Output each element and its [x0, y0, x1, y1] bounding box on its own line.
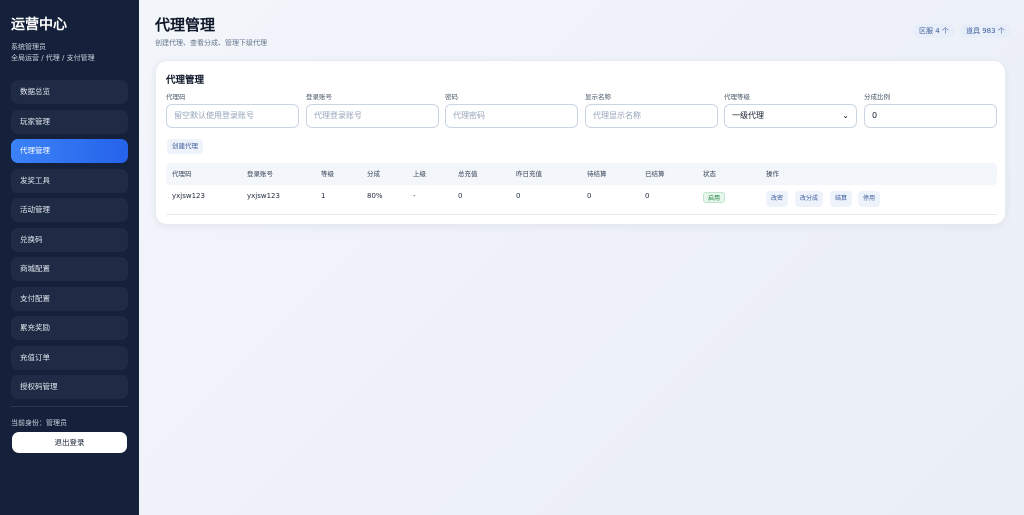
main-content: 代理管理 创建代理、查看分成、管理下级代理 区服 4 个 道具 983 个 代理…	[139, 0, 1024, 515]
server-count-badge: 区服 4 个	[913, 24, 955, 38]
status-badge: 启用	[703, 192, 726, 203]
col-status: 状态	[703, 170, 716, 178]
col-yesterday-recharge: 昨日充值	[516, 170, 542, 178]
change-password-button[interactable]: 改密	[766, 191, 789, 207]
role-text: 系统管理员	[11, 43, 46, 51]
col-parent: 上级	[413, 170, 426, 178]
share-ratio-field: 分成比例 0	[864, 91, 997, 128]
sidebar-item-events[interactable]: 活动管理	[11, 198, 128, 222]
chevron-down-icon: ⌄	[842, 111, 849, 120]
sidebar-item-redeem-codes[interactable]: 兑换码	[11, 227, 128, 252]
login-account-label: 登录账号	[306, 93, 332, 101]
sidebar-item-agents[interactable]: 代理管理	[11, 139, 128, 163]
agent-level-field: 代理等级 一级代理 ⌄	[724, 91, 857, 128]
agent-level-value: 一级代理	[732, 111, 764, 120]
share-ratio-input[interactable]: 0	[864, 104, 997, 128]
table-row: yxjsw123 yxjsw123 1 80% - 0 0 0 0 启用 改密 …	[166, 185, 997, 215]
cell-share: 80%	[367, 192, 383, 200]
brand-title: 运营中心	[11, 17, 67, 33]
sidebar-item-shop-config[interactable]: 商城配置	[11, 257, 128, 281]
logout-button[interactable]: 退出登录	[12, 432, 127, 453]
sidebar-item-dashboard[interactable]: 数据总览	[11, 80, 128, 104]
agent-level-label: 代理等级	[724, 93, 750, 101]
col-pending-settlement: 待结算	[587, 170, 607, 178]
agent-level-select[interactable]: 一级代理 ⌄	[724, 104, 857, 128]
cell-settled: 0	[645, 192, 650, 200]
cell-yesterday-recharge: 0	[516, 192, 521, 200]
create-agent-button[interactable]: 创建代理	[167, 139, 203, 154]
display-name-input[interactable]: 代理显示名称	[585, 104, 718, 128]
page-title: 代理管理	[155, 16, 216, 34]
sidebar-nav: 数据总览 玩家管理 代理管理 发奖工具 活动管理 兑换码 商城配置 支付配置 累…	[11, 80, 128, 399]
col-level: 等级	[321, 170, 334, 178]
col-agent-code: 代理码	[172, 170, 192, 178]
sidebar-divider	[11, 406, 128, 407]
page-subtitle: 创建代理、查看分成、管理下级代理	[155, 39, 267, 47]
cell-agent-code: yxjsw123	[172, 192, 205, 200]
sidebar: 运营中心 系统管理员 全局运营 / 代理 / 支付管理 数据总览 玩家管理 代理…	[0, 0, 139, 515]
cell-total-recharge: 0	[458, 192, 463, 200]
sidebar-item-auth-codes[interactable]: 授权码管理	[11, 375, 128, 399]
cell-level: 1	[321, 192, 326, 200]
col-actions: 操作	[766, 170, 779, 178]
settle-button[interactable]: 结算	[830, 191, 853, 207]
sidebar-item-rewards-tool[interactable]: 发奖工具	[11, 168, 128, 193]
cell-login-account: yxjsw123	[247, 192, 280, 200]
cell-pending-settlement: 0	[587, 192, 592, 200]
password-field: 密码 代理密码	[445, 91, 578, 128]
agent-code-label: 代理码	[166, 93, 186, 101]
card-title: 代理管理	[166, 75, 205, 86]
password-input[interactable]: 代理密码	[445, 104, 578, 128]
display-name-field: 显示名称 代理显示名称	[585, 91, 718, 128]
login-account-input[interactable]: 代理登录账号	[306, 104, 439, 128]
change-share-button[interactable]: 改分成	[795, 191, 824, 207]
col-login-account: 登录账号	[247, 170, 273, 178]
agent-code-field: 代理码 留空默认使用登录账号	[166, 91, 299, 128]
agent-card: 代理管理 代理码 留空默认使用登录账号 登录账号 代理登录账号 密码 代理密码 …	[155, 60, 1006, 225]
col-total-recharge: 总充值	[458, 170, 478, 178]
current-identity: 当前身份：管理员	[11, 419, 67, 427]
col-settled: 已结算	[645, 170, 665, 178]
login-account-field: 登录账号 代理登录账号	[306, 91, 439, 128]
disable-button[interactable]: 停用	[858, 191, 881, 207]
share-ratio-label: 分成比例	[864, 93, 890, 101]
display-name-label: 显示名称	[585, 93, 611, 101]
scope-text: 全局运营 / 代理 / 支付管理	[11, 54, 95, 62]
item-count-badge: 道具 983 个	[960, 24, 1011, 38]
sidebar-item-recharge-orders[interactable]: 充值订单	[11, 345, 128, 370]
cell-parent: -	[413, 192, 416, 200]
agent-code-input[interactable]: 留空默认使用登录账号	[166, 104, 299, 128]
sidebar-item-payment-config[interactable]: 支付配置	[11, 286, 128, 311]
sidebar-item-players[interactable]: 玩家管理	[11, 109, 128, 134]
sidebar-item-recharge-rewards[interactable]: 累充奖励	[11, 316, 128, 340]
col-share: 分成	[367, 170, 380, 178]
password-label: 密码	[445, 93, 458, 101]
table-header: 代理码 登录账号 等级 分成 上级 总充值 昨日充值 待结算 已结算 状态 操作	[166, 163, 997, 185]
